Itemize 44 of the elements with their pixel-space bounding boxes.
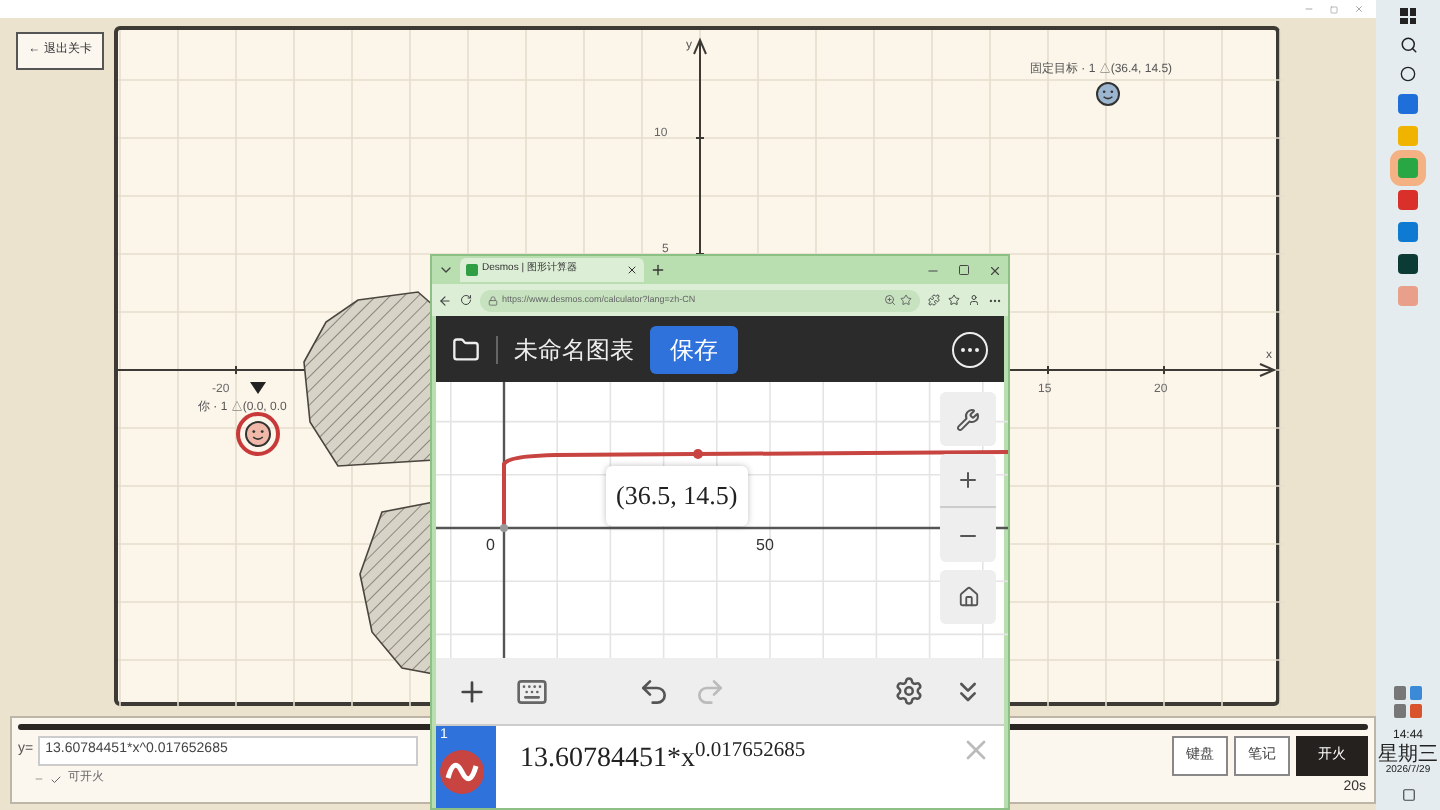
folder-icon[interactable]: [452, 335, 480, 363]
graph-title: 未命名图表: [514, 333, 634, 367]
lock-icon: [488, 295, 498, 305]
star-icon[interactable]: [948, 294, 960, 306]
notification-icon[interactable]: [1401, 788, 1415, 802]
search-icon[interactable]: [1399, 36, 1417, 54]
home-icon: [957, 586, 979, 608]
close-icon[interactable]: [626, 264, 638, 276]
save-button[interactable]: 保存: [650, 325, 738, 373]
reload-icon[interactable]: [460, 294, 472, 306]
point-label: (36.5, 14.5): [606, 466, 748, 526]
zoom-icon[interactable]: [884, 294, 896, 306]
plus-icon: [956, 468, 980, 492]
player-face-icon: [245, 421, 271, 447]
expression-text[interactable]: 13.60784451*x$^{0.017652685}$: [520, 738, 960, 808]
circle-icon[interactable]: [1400, 66, 1416, 82]
tick-label: 50: [756, 534, 774, 558]
profile-icon[interactable]: [968, 294, 980, 306]
player-ring: [236, 412, 280, 456]
windows-logo-icon[interactable]: [1400, 8, 1416, 24]
keyboard-icon[interactable]: [516, 675, 548, 707]
new-tab-icon[interactable]: [650, 262, 666, 278]
site-favicon-icon: [466, 264, 478, 276]
settings-icon[interactable]: [894, 676, 924, 706]
tick-label: 0: [486, 534, 495, 558]
undo-icon[interactable]: [637, 675, 669, 707]
tray-icons-drawing[interactable]: [1394, 685, 1422, 718]
chevron-down-icon[interactable]: [438, 262, 454, 278]
settings-wrench-button[interactable]: [940, 392, 996, 446]
target-face-icon: [1096, 82, 1120, 106]
marker-triangle-icon: [250, 382, 266, 394]
wrench-icon: [956, 407, 980, 431]
maximize-icon[interactable]: [958, 264, 970, 276]
close-icon[interactable]: [988, 263, 1002, 277]
add-icon[interactable]: [456, 675, 488, 707]
wave-icon: [440, 749, 484, 793]
curve-point: [693, 449, 703, 459]
star-icon[interactable]: [900, 294, 912, 306]
origin-point: [500, 524, 508, 532]
back-arrow-icon[interactable]: [438, 293, 452, 307]
clock-weekday: 星期三: [1378, 743, 1438, 765]
home-button[interactable]: [940, 570, 996, 624]
puzzle-icon[interactable]: [928, 294, 940, 306]
dash-icon: [34, 774, 44, 784]
